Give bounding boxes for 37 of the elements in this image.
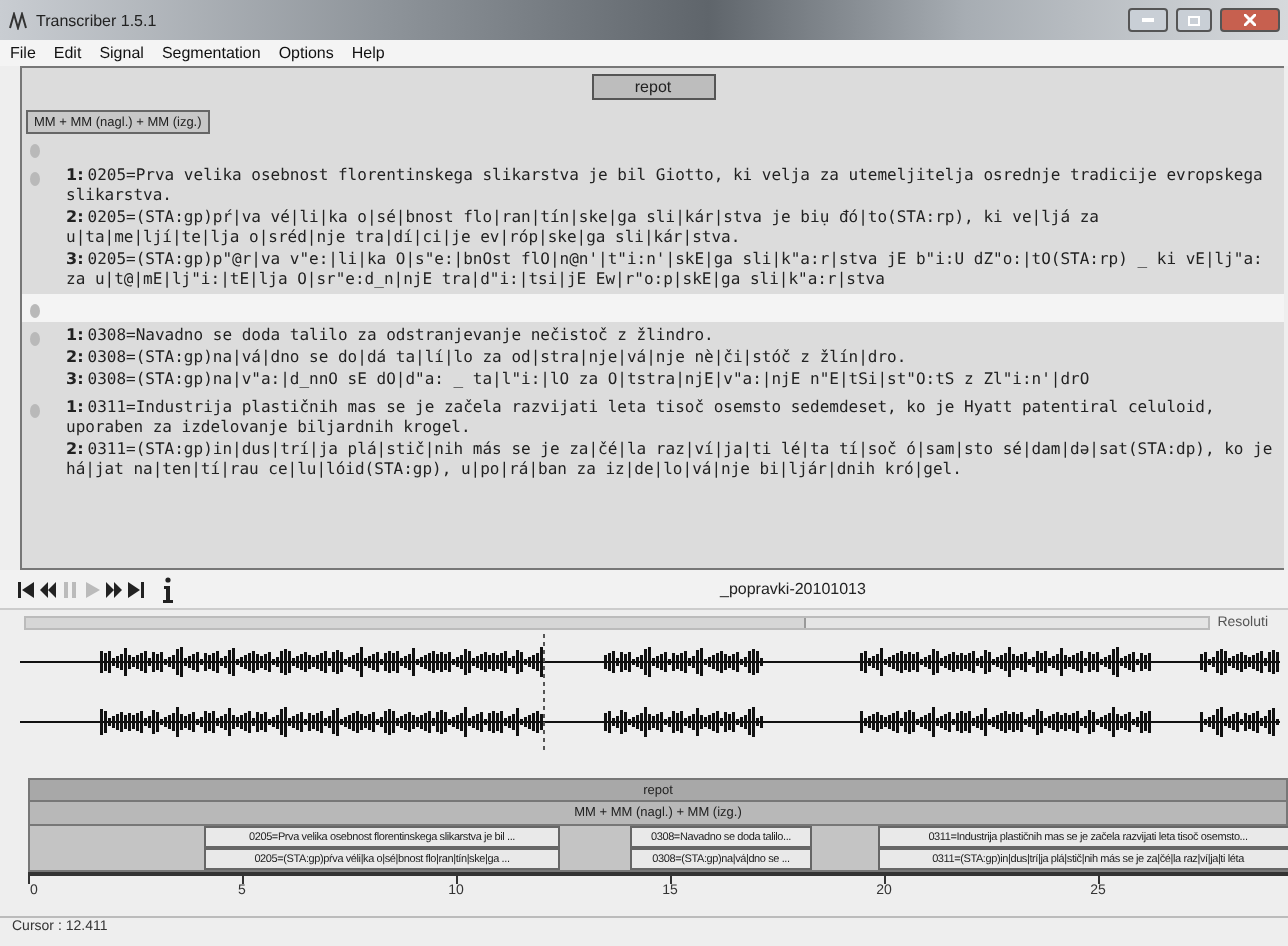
transcription-line: 1: 0205=Prva velika osebnost florentinskega slikarstva je bil Giotto, ki velja za utemeljitelja osrednje tradicije evropskega slikarstva. [64,166,1265,206]
file-name: _popravki-20101013 [720,580,866,598]
scrollbar-thumb[interactable] [26,617,806,627]
transcription-line: 2: 0311=(STA:gp)in|dus|trí|ja plá|stič|nih más se je za|čé|la raz|ví|ja|ti lé|ta tí|soč ó|sam|sto sé|dam|də|sat(STA:dp), ko je há|jat na|ten|tí|rau ce|lu|lóid(STA:gp), u|po|rá|ban za iz|de|lo|vá|nje bi|ljár|dnih kró|gel. [64,440,1275,480]
menu-item[interactable]: File [10,44,36,62]
menu-item[interactable]: Segmentation [161,44,261,62]
segment-marker-icon[interactable] [30,304,40,318]
info-icon[interactable] [160,575,176,603]
skip-forward-icon[interactable] [126,579,144,599]
transcription-line: 1: 0311=Industrija plastičnih mas se je začela razvijati leta tisoč osemsto sedemdeset, ko je Hyatt patentiral celuloid, uporaben za izdelovanje biljardnih krogel. [64,398,1217,438]
menu-item[interactable]: Edit [53,44,82,62]
rewind-icon[interactable] [38,579,56,599]
app-icon [8,11,28,29]
minimize-button[interactable] [1128,8,1168,32]
selected-segment[interactable] [22,294,1284,322]
close-icon [1244,14,1256,26]
window-title: Transcriber 1.5.1 [36,11,159,29]
transcription-line: 3: 0205=(STA:gp)p"@r|va v"e:|li|ka O|s"e:|bnOst flO|n@n'|t"i:n'|skE|ga sli|k"a:r|stva jE b"i:U dZ"o:|tO(STA:rp) _ ki vE|lj"a: za u|t@|mE|lj"i:|tE|lja O|sr"e:d_n|njE tra|d"i:|tsi|jE Ew|r"o:p|skE|ga sli|k"a:r|stva [64,250,1265,290]
segment-marker-icon[interactable] [30,172,40,186]
transcription-line: 2: 0308=(STA:gp)na|vá|dno se do|dá ta|lí|lo za od|stra|nje|vá|nje nè|či|stóč z žlín|dro. [64,348,909,368]
close-button[interactable] [1220,8,1280,32]
section-button[interactable]: repot [591,74,715,100]
fast-forward-icon[interactable] [104,579,122,599]
minimize-icon [1142,18,1154,22]
maximize-button[interactable] [1176,8,1212,32]
segment-marker-icon[interactable] [30,144,40,158]
transcription-line: 3: 0308=(STA:gp)na|v"a:|d_nnO sE dO|d"a: _ ta|l"i:|lO za O|tstra|njE|v"a:|njE n"E|tSi|st"O:tS z Zl"i:n'|drO [64,370,1090,390]
transcription-line: 2: 0205=(STA:gp)pŕ|va vé|li|ka o|sé|bnost flo|ran|tín|ske|ga sli|kár|stva je biụ đó|to(STA:rp), ki ve|ljá za u|ta|me|ljí|te|lja o|sréd|nje tra|dí|ci|je ev|róp|ske|ga sli|kár|stva. [64,208,1101,248]
segment-marker-icon[interactable] [30,404,40,418]
menu-item[interactable]: Help [351,44,385,62]
menu-item[interactable]: Signal [99,44,144,62]
segment-marker-icon[interactable] [30,332,40,346]
menu-item[interactable]: Options [278,44,334,62]
scrollbar[interactable] [24,615,1210,629]
transcription-line: 1: 0308=Navadno se doda talilo za odstranjevanje nečistoč z žlindro. [64,326,716,346]
maximize-icon [1188,15,1200,25]
skip-back-icon[interactable] [16,579,34,599]
